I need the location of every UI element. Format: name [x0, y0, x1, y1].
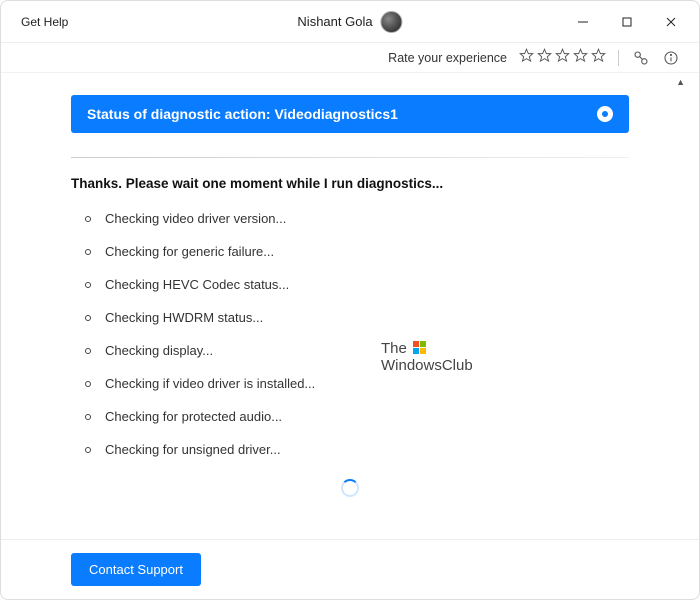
check-label: Checking for unsigned driver... [105, 442, 281, 457]
check-circle-icon [597, 106, 613, 122]
minimize-button[interactable] [561, 1, 605, 43]
rate-label: Rate your experience [388, 51, 507, 65]
rate-bar: Rate your experience [1, 43, 699, 73]
user-identity[interactable]: Nishant Gola [297, 11, 402, 33]
bullet-icon [85, 381, 91, 387]
list-item: Checking HEVC Codec status... [85, 277, 629, 292]
bullet-icon [85, 447, 91, 453]
divider [618, 50, 619, 66]
star-icon[interactable] [573, 48, 588, 68]
rating-stars[interactable] [519, 48, 606, 68]
user-name-label: Nishant Gola [297, 14, 372, 29]
bullet-icon [85, 348, 91, 354]
bullet-icon [85, 249, 91, 255]
list-item: Checking if video driver is installed... [85, 376, 629, 391]
bullet-icon [85, 282, 91, 288]
title-bar: Get Help Nishant Gola [1, 1, 699, 43]
avatar[interactable] [381, 11, 403, 33]
info-icon[interactable] [661, 48, 681, 68]
list-item: Checking video driver version... [85, 211, 629, 226]
check-label: Checking if video driver is installed... [105, 376, 315, 391]
loading-spinner-icon [341, 479, 359, 497]
status-banner-text: Status of diagnostic action: Videodiagno… [87, 106, 398, 122]
bullet-icon [85, 315, 91, 321]
divider [71, 157, 629, 158]
list-item: Checking for protected audio... [85, 409, 629, 424]
status-banner[interactable]: Status of diagnostic action: Videodiagno… [71, 95, 629, 133]
star-icon[interactable] [555, 48, 570, 68]
app-title: Get Help [21, 15, 68, 29]
link-icon[interactable] [631, 48, 651, 68]
footer: Contact Support [1, 539, 699, 599]
check-label: Checking video driver version... [105, 211, 286, 226]
list-item: Checking HWDRM status... [85, 310, 629, 325]
check-label: Checking HWDRM status... [105, 310, 263, 325]
main-content[interactable]: Status of diagnostic action: Videodiagno… [1, 73, 699, 539]
list-item: Checking for generic failure... [85, 244, 629, 259]
bullet-icon [85, 216, 91, 222]
list-item: Checking display... [85, 343, 629, 358]
maximize-button[interactable] [605, 1, 649, 43]
check-label: Checking display... [105, 343, 213, 358]
diagnostic-checks-list: Checking video driver version... Checkin… [71, 211, 629, 457]
wait-message: Thanks. Please wait one moment while I r… [71, 176, 629, 191]
star-icon[interactable] [537, 48, 552, 68]
check-label: Checking HEVC Codec status... [105, 277, 289, 292]
contact-support-button[interactable]: Contact Support [71, 553, 201, 586]
bullet-icon [85, 414, 91, 420]
check-label: Checking for protected audio... [105, 409, 282, 424]
close-button[interactable] [649, 1, 693, 43]
window-controls [561, 1, 693, 43]
star-icon[interactable] [591, 48, 606, 68]
list-item: Checking for unsigned driver... [85, 442, 629, 457]
star-icon[interactable] [519, 48, 534, 68]
check-label: Checking for generic failure... [105, 244, 274, 259]
